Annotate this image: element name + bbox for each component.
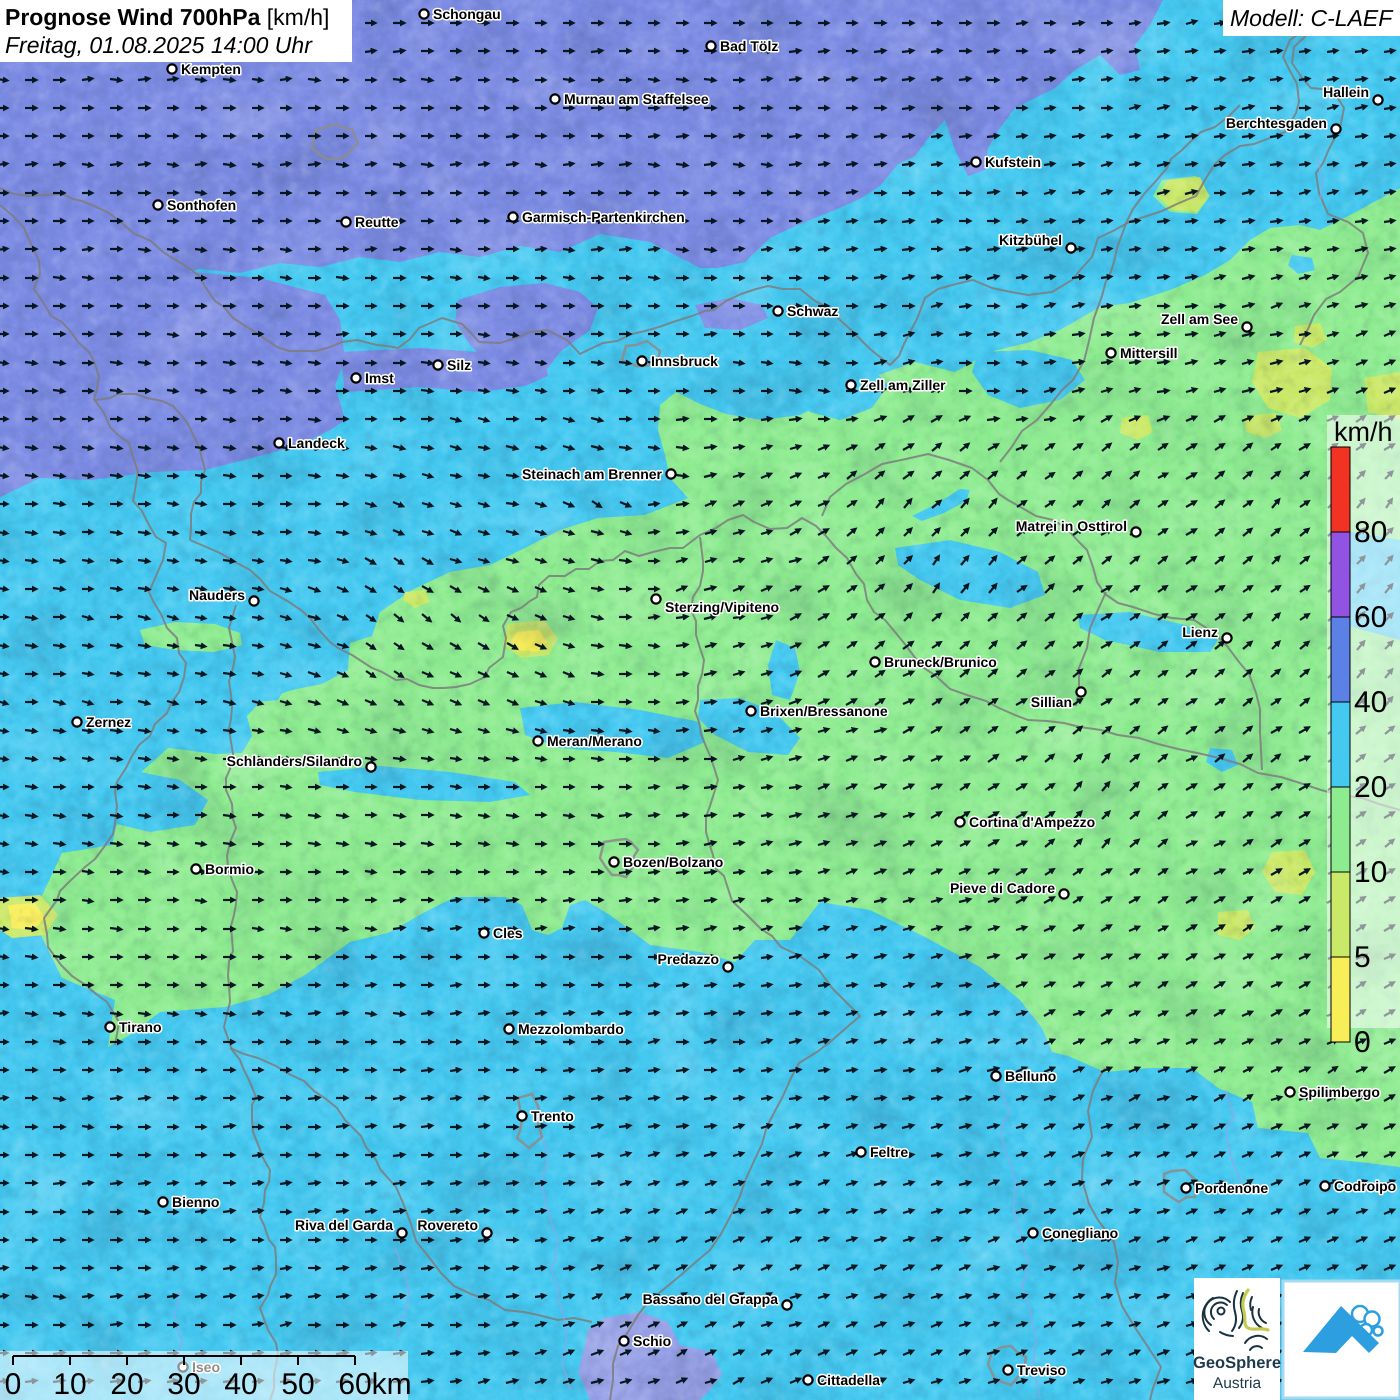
svg-text:Predazzo: Predazzo (658, 951, 719, 967)
svg-text:Zernez: Zernez (86, 714, 131, 730)
svg-text:Feltre: Feltre (870, 1144, 908, 1160)
svg-text:km/h: km/h (1334, 417, 1393, 447)
svg-text:Bormio: Bormio (205, 861, 254, 877)
svg-text:40: 40 (224, 1368, 257, 1400)
svg-text:20: 20 (110, 1368, 143, 1400)
svg-text:Kitzbühel: Kitzbühel (999, 232, 1062, 248)
svg-text:Landeck: Landeck (288, 435, 345, 451)
svg-text:50: 50 (281, 1368, 314, 1400)
svg-text:Austria: Austria (1213, 1375, 1262, 1392)
svg-text:Tirano: Tirano (119, 1019, 162, 1035)
svg-text:Schongau: Schongau (433, 6, 501, 22)
svg-text:Rovereto: Rovereto (417, 1217, 478, 1233)
svg-text:Kempten: Kempten (181, 61, 241, 77)
svg-text:Lienz: Lienz (1182, 624, 1218, 640)
svg-text:Mezzolombardo: Mezzolombardo (518, 1021, 624, 1037)
svg-text:20: 20 (1354, 771, 1387, 804)
svg-text:5: 5 (1354, 941, 1371, 974)
svg-text:Prognose Wind 700hPa [km/h]: Prognose Wind 700hPa [km/h] (5, 4, 329, 30)
svg-text:Cortina d'Ampezzo: Cortina d'Ampezzo (969, 814, 1095, 830)
svg-text:Bruneck/Brunico: Bruneck/Brunico (884, 654, 997, 670)
svg-text:Hallein: Hallein (1323, 84, 1369, 100)
svg-text:Sillian: Sillian (1031, 694, 1072, 710)
svg-text:GeoSphere: GeoSphere (1193, 1354, 1281, 1372)
svg-text:Pordenone: Pordenone (1195, 1180, 1268, 1196)
svg-text:60km: 60km (338, 1368, 411, 1400)
svg-text:Steinach am Brenner: Steinach am Brenner (522, 466, 663, 482)
svg-text:Kufstein: Kufstein (985, 154, 1041, 170)
svg-text:Imst: Imst (365, 370, 394, 386)
svg-text:10: 10 (1354, 856, 1387, 889)
svg-text:Berchtesgaden: Berchtesgaden (1226, 115, 1327, 131)
svg-text:Cittadella: Cittadella (817, 1372, 880, 1388)
svg-text:Innsbruck: Innsbruck (651, 353, 718, 369)
svg-text:Pieve di Cadore: Pieve di Cadore (950, 880, 1055, 896)
svg-text:40: 40 (1354, 686, 1387, 719)
svg-text:Bozen/Bolzano: Bozen/Bolzano (623, 854, 723, 870)
svg-text:10: 10 (53, 1368, 86, 1400)
svg-text:Nauders: Nauders (189, 587, 245, 603)
svg-text:0: 0 (1354, 1026, 1371, 1059)
svg-text:Trento: Trento (531, 1108, 574, 1124)
svg-text:Codroipo: Codroipo (1334, 1178, 1396, 1194)
svg-text:Matrei in Osttirol: Matrei in Osttirol (1016, 518, 1127, 534)
svg-text:Schwaz: Schwaz (787, 303, 838, 319)
svg-text:80: 80 (1354, 516, 1387, 549)
svg-text:Sterzing/Vipiteno: Sterzing/Vipiteno (665, 599, 779, 615)
svg-text:Spilimbergo: Spilimbergo (1299, 1084, 1380, 1100)
svg-text:Mittersill: Mittersill (1120, 345, 1178, 361)
svg-text:Meran/Merano: Meran/Merano (547, 733, 642, 749)
svg-text:Murnau am Staffelsee: Murnau am Staffelsee (564, 91, 709, 107)
svg-text:Belluno: Belluno (1005, 1068, 1056, 1084)
svg-text:Silz: Silz (447, 357, 471, 373)
svg-text:Garmisch-Partenkirchen: Garmisch-Partenkirchen (522, 209, 685, 225)
svg-text:Zell am See: Zell am See (1161, 311, 1238, 327)
svg-text:Cles: Cles (493, 925, 523, 941)
svg-text:Schlanders/Silandro: Schlanders/Silandro (227, 753, 362, 769)
svg-text:Zell am Ziller: Zell am Ziller (860, 377, 946, 393)
svg-text:60: 60 (1354, 601, 1387, 634)
svg-text:Modell: C-LAEF: Modell: C-LAEF (1230, 5, 1394, 31)
svg-text:Conegliano: Conegliano (1042, 1225, 1118, 1241)
svg-text:Schio: Schio (633, 1333, 671, 1349)
svg-text:Sonthofen: Sonthofen (167, 197, 236, 213)
svg-text:0: 0 (5, 1368, 22, 1400)
svg-text:Riva del Garda: Riva del Garda (295, 1217, 393, 1233)
svg-text:Bienno: Bienno (172, 1194, 219, 1210)
svg-text:Brixen/Bressanone: Brixen/Bressanone (760, 703, 888, 719)
svg-text:Reutte: Reutte (355, 214, 399, 230)
svg-text:Bassano del Grappa: Bassano del Grappa (643, 1291, 779, 1307)
svg-text:Treviso: Treviso (1017, 1362, 1066, 1378)
svg-text:30: 30 (167, 1368, 200, 1400)
svg-text:Freitag, 01.08.2025 14:00 Uhr: Freitag, 01.08.2025 14:00 Uhr (5, 32, 313, 58)
svg-text:Bad Tölz: Bad Tölz (720, 38, 778, 54)
